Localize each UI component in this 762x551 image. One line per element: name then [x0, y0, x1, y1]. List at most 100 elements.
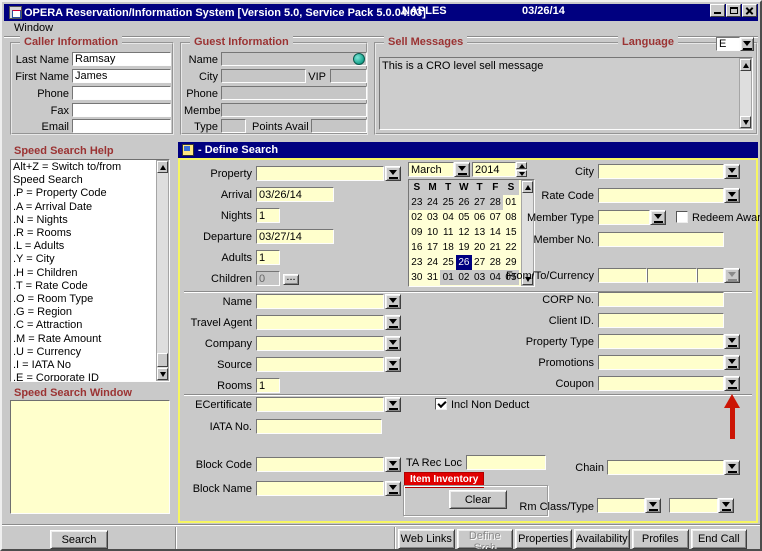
calendar-day-cell[interactable]: 03 [425, 210, 441, 225]
calendar-day-cell[interactable]: 27 [472, 255, 488, 270]
name-dropdown-button[interactable] [385, 294, 401, 309]
menu-window[interactable]: Window [11, 22, 56, 34]
corp-no-input[interactable] [598, 292, 724, 307]
footer-nav-button[interactable]: Define Srch [457, 529, 514, 549]
clear-button[interactable]: Clear [449, 490, 507, 509]
promotions-input[interactable] [598, 355, 724, 370]
rm-type-input[interactable] [669, 498, 718, 513]
calendar-day-cell[interactable]: 25 [440, 255, 456, 270]
property-dropdown-button[interactable] [385, 166, 401, 181]
calendar-day-cell[interactable]: 23 [409, 255, 425, 270]
nights-input[interactable] [256, 208, 280, 223]
calendar-day-cell[interactable]: 16 [409, 240, 425, 255]
list-item: .A = Arrival Date [13, 201, 153, 214]
from-input[interactable] [598, 268, 647, 283]
caller-phone-input[interactable] [72, 86, 171, 100]
language-dropdown-button[interactable] [740, 37, 754, 51]
close-button[interactable] [742, 4, 757, 17]
speed-search-help-list[interactable]: Alt+Z = Switch to/from Speed Search.P = … [10, 159, 170, 382]
property-type-input[interactable] [598, 334, 724, 349]
scroll-up-icon[interactable] [740, 59, 751, 71]
member-no-input[interactable] [598, 232, 724, 247]
footer-nav-button[interactable]: End Call [691, 529, 748, 549]
rooms-input[interactable] [256, 378, 280, 393]
block-name-input[interactable] [256, 481, 384, 496]
departure-input[interactable] [256, 229, 334, 244]
calendar-day-cell[interactable]: 17 [425, 240, 441, 255]
rate-code-dropdown-button[interactable] [724, 188, 740, 203]
minimize-button[interactable] [710, 4, 725, 17]
calendar-day-cell[interactable]: 04 [440, 210, 456, 225]
company-input[interactable] [256, 336, 384, 351]
calendar-day-cell[interactable]: 11 [440, 225, 456, 240]
caller-email-input[interactable] [72, 119, 171, 133]
travel-agent-input[interactable] [256, 315, 384, 330]
coupon-input[interactable] [598, 376, 724, 391]
list-item: .G = Region [13, 306, 153, 319]
calendar-day-cell[interactable]: 09 [409, 225, 425, 240]
travel-agent-dropdown-button[interactable] [385, 315, 401, 330]
adults-input[interactable] [256, 250, 280, 265]
company-dropdown-button[interactable] [385, 336, 401, 351]
arrival-label: Arrival [162, 189, 252, 202]
footer-nav-button[interactable]: Profiles [632, 529, 689, 549]
calendar-day-cell[interactable]: 30 [409, 270, 425, 285]
first-name-input[interactable] [72, 69, 171, 83]
incl-non-deduct-checkbox[interactable] [435, 398, 447, 410]
to-input[interactable] [647, 268, 697, 283]
calendar-day-cell[interactable]: 25 [440, 195, 456, 210]
language-input[interactable] [716, 37, 740, 51]
last-name-input[interactable] [72, 52, 171, 66]
calendar-day-cell[interactable]: 18 [440, 240, 456, 255]
speed-search-window-box[interactable] [10, 400, 170, 514]
redeem-award-checkbox[interactable] [676, 211, 688, 223]
block-name-dropdown-button[interactable] [385, 481, 401, 496]
rm-type-dropdown-button[interactable] [718, 498, 734, 513]
calendar-day-cell[interactable]: 10 [425, 225, 441, 240]
calendar-day-cell[interactable]: 29 [503, 255, 519, 270]
scroll-down-icon[interactable] [740, 116, 751, 128]
children-ellipsis-button[interactable]: ... [283, 274, 299, 285]
name-label: Name [162, 296, 252, 309]
calendar-day-cell[interactable]: 01 [440, 270, 456, 285]
footer-nav-button[interactable]: Properties [515, 529, 572, 549]
maximize-button[interactable] [726, 4, 741, 17]
source-dropdown-button[interactable] [385, 357, 401, 372]
chain-dropdown-button[interactable] [724, 460, 740, 475]
rate-code-input[interactable] [598, 188, 724, 203]
footer-nav-button[interactable]: Web Links [398, 529, 455, 549]
from-to-currency-label: From/To/Currency [462, 270, 594, 283]
source-input[interactable] [256, 357, 384, 372]
calendar-day-cell[interactable]: 28 [487, 255, 503, 270]
search-button[interactable]: Search [50, 530, 108, 549]
member-type-input[interactable] [598, 210, 650, 225]
name-input[interactable] [256, 294, 384, 309]
block-code-input[interactable] [256, 457, 384, 472]
list-item: .T = Rate Code [13, 280, 153, 293]
calendar-month-input[interactable] [408, 162, 454, 177]
property-type-dropdown-button[interactable] [724, 334, 740, 349]
calendar-day-cell[interactable]: 02 [409, 210, 425, 225]
rm-class-input[interactable] [597, 498, 645, 513]
arrival-input[interactable] [256, 187, 334, 202]
client-id-input[interactable] [598, 313, 724, 328]
calendar-day-cell[interactable]: 24 [425, 255, 441, 270]
currency-input[interactable] [697, 268, 724, 283]
caller-fax-input[interactable] [72, 103, 171, 117]
ecertificate-input[interactable] [256, 397, 384, 412]
coupon-dropdown-button[interactable] [724, 376, 740, 391]
calendar-day-cell[interactable]: 31 [425, 270, 441, 285]
iata-no-input[interactable] [256, 419, 382, 434]
footer-nav-button[interactable]: Availability [574, 529, 631, 549]
calendar-day-cell[interactable]: 24 [425, 195, 441, 210]
member-type-dropdown-button[interactable] [650, 210, 666, 225]
calendar-day-cell[interactable]: 26 [456, 255, 472, 270]
chain-input[interactable] [607, 460, 724, 475]
property-input[interactable] [256, 166, 384, 181]
promotions-dropdown-button[interactable] [724, 355, 740, 370]
calendar-day-cell[interactable]: 23 [409, 195, 425, 210]
city-dropdown-button[interactable] [724, 164, 740, 179]
ecertificate-dropdown-button[interactable] [385, 397, 401, 412]
city-input[interactable] [598, 164, 724, 179]
rm-class-dropdown-button[interactable] [645, 498, 661, 513]
